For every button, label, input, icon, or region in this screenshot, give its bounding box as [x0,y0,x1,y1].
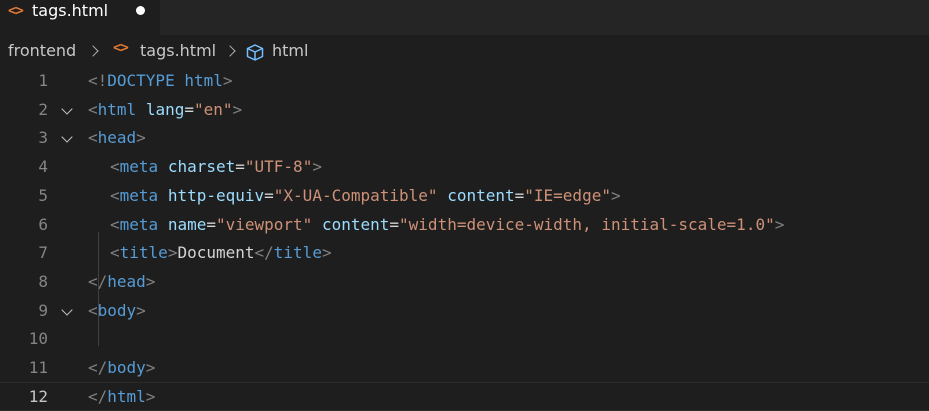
code-text: <!DOCTYPE html> [88,71,233,90]
code-text: <meta name="viewport" content="width=dev… [110,214,785,234]
code-line[interactable]: 6 <meta name="viewport" content="width=de… [0,210,929,239]
code-text: <body> [88,300,146,320]
chevron-right-icon [87,45,99,57]
code-line[interactable]: 5 <meta http-equiv="X-UA-Compatible" cont… [0,181,929,210]
breadcrumb-symbol[interactable]: html [272,41,308,60]
code-text: <html lang="en"> [88,99,243,119]
line-number: 12 [28,386,48,406]
line-number: 3 [38,128,48,148]
line-number: 8 [38,271,48,291]
code-text: <head> [88,128,146,148]
html-file-icon: <> [113,40,129,56]
code-line[interactable]: 8 </head> [0,267,929,296]
code-line[interactable]: 2 <html lang="en"> [0,95,929,124]
code-line[interactable]: 7 <title>Document</title> [0,238,929,267]
code-text: <meta http-equiv="X-UA-Compatible" conte… [110,185,621,205]
line-number: 5 [38,185,48,205]
unsaved-dot-icon[interactable] [136,6,145,15]
line-number: 4 [38,157,48,177]
code-line[interactable]: 4 <meta charset="UTF-8"> [0,152,929,181]
code-line[interactable]: 11 </body> [0,353,929,382]
chevron-right-icon [224,45,236,57]
breadcrumb: frontend <> tags.html html [0,36,929,66]
code-text: </html> [88,386,156,406]
tab-tags-html[interactable]: <> tags.html [0,0,160,35]
chevron-down-icon[interactable] [61,103,73,115]
breadcrumb-file[interactable]: tags.html [140,41,216,60]
code-text: <title>Document</title> [110,243,332,263]
line-number: 11 [28,358,48,377]
html-file-icon: <> [8,3,24,19]
tab-bar: <> tags.html [0,0,929,35]
code-line[interactable]: 12 </html> [0,381,929,411]
cube-icon [246,44,264,61]
code-line[interactable]: 10 [0,324,929,353]
line-number: 10 [28,329,48,349]
line-number: 7 [38,243,48,263]
breadcrumb-folder[interactable]: frontend [8,41,76,60]
code-line[interactable]: 1 <!DOCTYPE html> [0,66,929,95]
code-text: </body> [88,358,156,377]
line-number: 1 [38,71,48,90]
line-number: 6 [38,214,48,234]
line-number: 2 [38,99,48,119]
code-editor[interactable]: 1 <!DOCTYPE html> 2 <html lang="en"> 3 <head>… [0,66,929,411]
code-text: </head> [88,271,156,291]
line-number: 9 [38,300,48,320]
code-line[interactable]: 3 <head> [0,123,929,152]
chevron-down-icon[interactable] [61,303,73,316]
code-text: <meta charset="UTF-8"> [110,157,322,177]
chevron-down-icon[interactable] [61,131,73,144]
tab-label: tags.html [32,1,109,20]
code-line[interactable]: 9 <body> [0,296,929,325]
